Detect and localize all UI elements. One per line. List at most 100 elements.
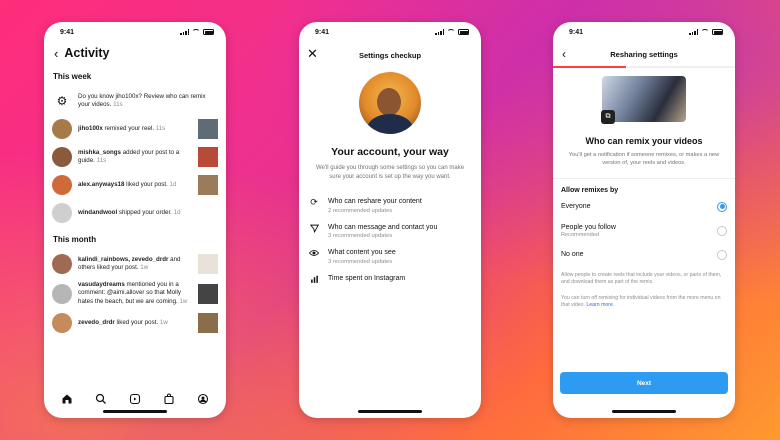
username[interactable]: alex.anyways18 [78,181,124,188]
remix-explanation: Allow people to create reels that includ… [561,271,722,286]
wifi-icon [192,29,200,35]
section-this-week: This week [53,72,92,81]
post-thumbnail[interactable] [198,175,218,195]
post-thumbnail[interactable] [198,147,218,167]
avatar[interactable] [52,119,72,139]
month-list: kalindi_rainbows, zevedo_drdr and others… [44,250,226,337]
avatar[interactable] [52,203,72,223]
status-bar: 9:41 [299,22,481,42]
next-button[interactable]: Next [560,372,728,394]
avatar[interactable] [52,254,72,274]
allow-remixes-label: Allow remixes by [561,186,619,194]
checkup-item-time[interactable]: Time spent on Instagram [299,270,481,291]
back-icon[interactable]: ‹ [54,47,58,60]
radio-people-you-follow[interactable] [717,225,727,236]
week-list: ⚙ Do you know jiho100x? Review who can re… [44,87,226,227]
home-icon[interactable] [60,392,74,406]
activity-row[interactable]: jiho100x remixed your reel. 11s [44,115,226,143]
post-thumbnail[interactable] [198,313,218,334]
reshare-icon: ⟳ [310,197,318,208]
reels-icon[interactable] [128,392,142,406]
profile-avatar [359,72,421,134]
checkup-item-reshare[interactable]: ⟳ Who can reshare your content 2 recommen… [299,193,481,218]
radio-no-one[interactable] [717,249,727,260]
remix-icon: ⧉ [601,110,615,124]
activity-row[interactable]: ⚙ Do you know jiho100x? Review who can re… [44,87,226,115]
timestamp: 1w [179,297,188,305]
activity-row[interactable]: alex.anyways18 liked your post. 1d [44,171,226,199]
checkup-subtitle: We'll guide you through some settings so… [315,165,465,180]
radio-everyone[interactable] [717,201,727,212]
activity-row[interactable]: kalindi_rainbows, zevedo_drdr and others… [44,250,226,278]
post-thumbnail[interactable] [198,254,218,274]
checkup-list: ⟳ Who can reshare your content 2 recommen… [299,193,481,290]
page-title: Activity [64,46,110,60]
post-thumbnail[interactable] [198,283,218,304]
activity-header: ‹ Activity [44,42,226,68]
bottom-tab-bar [44,392,226,406]
eye-icon [308,249,320,259]
activity-row[interactable]: mishka_songs added your post to a guide.… [44,143,226,171]
resharing-subtitle: You'll get a notification if someone rem… [568,152,720,167]
activity-row[interactable]: zevedo_drdr liked your post. 1w [44,309,226,337]
remix-turn-off-note: You can turn off remixing for individual… [561,294,721,309]
username[interactable]: zevedo_drdr [78,319,115,326]
section-this-month: This month [53,235,97,244]
timestamp: 11s [155,124,166,132]
page-title: Settings checkup [358,50,422,60]
avatar[interactable] [52,283,72,304]
post-thumbnail[interactable] [198,119,218,139]
option-no-one[interactable]: No one [553,242,735,264]
status-time: 9:41 [569,28,584,36]
username[interactable]: jiho100x [78,125,103,132]
back-icon[interactable]: ‹ [562,47,566,61]
battery-icon [712,29,723,35]
resharing-heading: Who can remix your videos [585,136,703,146]
avatar[interactable] [52,175,72,195]
timestamp: 11s [96,157,107,164]
close-icon[interactable]: ✕ [307,46,318,62]
signal-icon [689,29,698,35]
signal-icon [180,29,189,35]
wifi-icon [701,29,709,35]
activity-row[interactable]: vasudaydreams mentioned you in a comment… [44,278,226,309]
status-bar: 9:41 [553,22,735,42]
status-bar: 9:41 [44,22,226,42]
username[interactable]: vasudaydreams [78,281,125,288]
status-time: 9:41 [60,28,75,36]
chart-icon [308,275,320,286]
resharing-phone: 9:41 ‹ Resharing settings ⧉ Who can remi… [553,22,735,418]
profile-icon[interactable] [196,392,210,406]
timestamp: 1w [159,318,168,326]
checkup-item-message[interactable]: Who can message and contact you 3 recomme… [299,219,481,244]
battery-icon [203,29,214,35]
activity-phone: 9:41 ‹ Activity This week ⚙ Do you know j… [44,22,226,418]
username[interactable]: mishka_songs [78,149,121,156]
wifi-icon [447,29,455,35]
shop-icon[interactable] [162,392,176,406]
settings-gear-icon: ⚙ [56,94,68,108]
status-time: 9:41 [315,28,330,36]
avatar[interactable] [52,313,72,334]
timestamp: 1d [169,180,177,188]
search-icon[interactable] [94,392,108,406]
option-people-you-follow[interactable]: People you follow Recommended [553,216,735,242]
battery-icon [458,29,469,35]
option-everyone[interactable]: Everyone [553,194,735,216]
activity-text: liked your post. [114,318,159,326]
activity-text: liked your post. [124,180,168,188]
message-icon [308,224,320,235]
resharing-header: ‹ Resharing settings [553,42,735,68]
username[interactable]: windandwool [78,209,117,216]
home-indicator [103,410,167,413]
activity-row[interactable]: windandwool shipped your order. 1d [44,199,226,227]
checkup-item-content[interactable]: What content you see 3 recommended update… [299,244,481,269]
avatar[interactable] [52,147,72,167]
timestamp: 1d [173,208,181,216]
home-indicator [612,410,676,413]
remix-hero-image: ⧉ [553,76,735,124]
username[interactable]: kalindi_rainbows, zevedo_drdr [78,256,168,263]
learn-more-link[interactable]: Learn more. [586,302,614,308]
home-indicator [358,410,422,413]
signal-icon [435,29,444,35]
